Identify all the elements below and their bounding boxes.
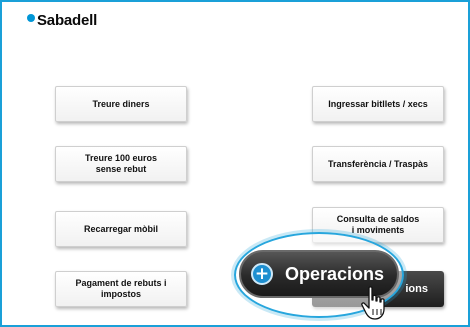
hand-pointer-icon bbox=[361, 286, 385, 320]
pay-bills-button[interactable]: Pagament de rebuts i impostos bbox=[55, 271, 187, 307]
withdraw-button[interactable]: Treure diners bbox=[55, 86, 187, 122]
operations-button-label: ions bbox=[405, 283, 428, 295]
magnified-operations-label: Operacions bbox=[285, 263, 385, 284]
transfer-button[interactable]: Transferència / Traspàs bbox=[312, 146, 444, 182]
withdraw-100-button[interactable]: Treure 100 euros sense rebut bbox=[55, 146, 187, 182]
deposit-button[interactable]: Ingressar bitllets / xecs bbox=[312, 86, 444, 122]
plus-circle-icon: + bbox=[251, 263, 273, 285]
brand-dot-icon bbox=[27, 14, 35, 22]
atm-screen: Sabadell Treure diners Treure 100 euros … bbox=[0, 0, 470, 327]
brand-logo: Sabadell bbox=[27, 12, 97, 29]
brand-name: Sabadell bbox=[37, 12, 98, 29]
top-up-mobile-button[interactable]: Recarregar mòbil bbox=[55, 211, 187, 247]
